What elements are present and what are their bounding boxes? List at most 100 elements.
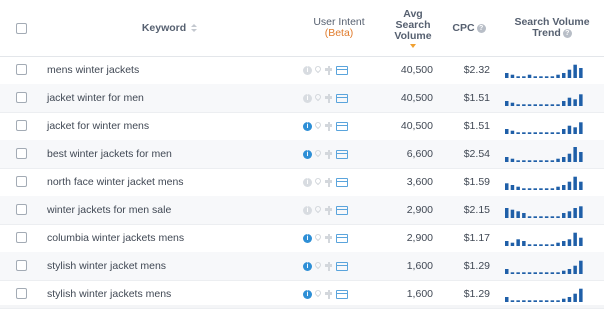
search-trend-chart[interactable] <box>505 62 585 78</box>
location-intent-icon[interactable] <box>315 262 321 271</box>
row-checkbox[interactable] <box>16 260 27 271</box>
table-row[interactable]: jacket for winter mens i 40,500 $1.51 <box>0 112 604 141</box>
info-intent-icon[interactable]: i <box>303 93 312 103</box>
info-intent-icon[interactable]: i <box>303 121 312 131</box>
trend-bar <box>573 147 577 162</box>
navigational-intent-icon[interactable] <box>324 149 333 159</box>
transactional-intent-icon[interactable] <box>336 177 348 187</box>
search-trend-chart[interactable] <box>505 202 585 218</box>
transactional-intent-icon[interactable] <box>336 65 348 75</box>
table-row[interactable]: best winter jackets for men i 6,600 $2.54 <box>0 140 604 169</box>
keyword-text[interactable]: columbia winter jackets mens <box>47 224 184 252</box>
search-trend-chart[interactable] <box>505 286 585 302</box>
transactional-intent-icon[interactable] <box>336 261 348 271</box>
info-intent-icon[interactable]: i <box>303 205 312 215</box>
search-trend-chart[interactable] <box>505 146 585 162</box>
table-row[interactable]: jacket winter for men i 40,500 $1.51 <box>0 84 604 113</box>
search-trend-chart[interactable] <box>505 118 585 134</box>
keyword-text[interactable]: jacket for winter mens <box>47 112 149 140</box>
transactional-intent-icon[interactable] <box>336 205 348 215</box>
trend-bar <box>556 272 560 274</box>
trend-bar <box>505 297 509 302</box>
trend-header-line2: Trend? <box>532 28 572 39</box>
select-all-checkbox[interactable] <box>15 22 27 34</box>
volume-column-header[interactable]: Avg Search Volume <box>378 0 448 56</box>
trend-bar <box>579 288 583 302</box>
row-checkbox[interactable] <box>16 176 27 187</box>
row-checkbox[interactable] <box>16 232 27 243</box>
navigational-intent-icon[interactable] <box>324 65 333 75</box>
keyword-text[interactable]: stylish winter jacket mens <box>47 252 166 280</box>
row-checkbox[interactable] <box>16 120 27 131</box>
trend-bar <box>527 74 532 78</box>
info-intent-icon[interactable]: i <box>303 261 312 271</box>
trend-bar <box>544 132 549 134</box>
table-row[interactable]: north face winter jacket mens i 3,600 $1.59 <box>0 168 604 197</box>
search-trend-chart[interactable] <box>505 230 585 246</box>
location-intent-icon[interactable] <box>315 122 321 131</box>
navigational-intent-icon[interactable] <box>324 289 333 299</box>
info-intent-icon[interactable]: i <box>303 177 312 187</box>
sort-descending-icon[interactable] <box>410 43 416 48</box>
table-row[interactable]: columbia winter jackets mens i 2,900 $1.17 <box>0 224 604 253</box>
location-intent-icon[interactable] <box>315 290 321 299</box>
search-volume-value: 6,600 <box>406 148 433 160</box>
search-volume-value: 40,500 <box>400 120 433 132</box>
search-trend-chart[interactable] <box>505 174 585 190</box>
help-icon[interactable]: ? <box>476 23 486 33</box>
trend-bar <box>550 244 555 246</box>
location-intent-icon[interactable] <box>315 150 321 159</box>
row-checkbox[interactable] <box>16 204 27 215</box>
row-checkbox[interactable] <box>16 64 27 75</box>
trend-bar <box>516 104 520 106</box>
location-intent-icon[interactable] <box>315 234 321 243</box>
transactional-intent-icon[interactable] <box>336 233 348 243</box>
info-intent-icon[interactable]: i <box>303 65 312 75</box>
sort-icon[interactable] <box>191 23 198 33</box>
trend-bar <box>579 237 583 246</box>
navigational-intent-icon[interactable] <box>324 93 333 103</box>
keyword-text[interactable]: stylish winter jackets mens <box>47 280 171 308</box>
transactional-intent-icon[interactable] <box>336 121 348 131</box>
row-checkbox[interactable] <box>16 288 27 299</box>
transactional-intent-icon[interactable] <box>336 289 348 299</box>
location-intent-icon[interactable] <box>315 66 321 75</box>
trend-bar <box>539 76 543 78</box>
table-row[interactable]: mens winter jackets i 40,500 $2.32 <box>0 56 604 85</box>
transactional-intent-icon[interactable] <box>336 149 348 159</box>
help-icon[interactable]: ? <box>562 28 572 38</box>
keyword-text[interactable]: winter jackets for men sale <box>47 196 171 224</box>
table-row[interactable]: stylish winter jacket mens i 1,600 $1.29 <box>0 252 604 281</box>
keyword-text[interactable]: jacket winter for men <box>47 84 144 112</box>
table-row[interactable]: winter jackets for men sale i 2,900 $2.15 <box>0 196 604 225</box>
navigational-intent-icon[interactable] <box>324 233 333 243</box>
info-intent-icon[interactable]: i <box>303 233 312 243</box>
location-intent-icon[interactable] <box>315 178 321 187</box>
keyword-text[interactable]: best winter jackets for men <box>47 140 172 168</box>
keyword-column-header[interactable]: Keyword <box>42 0 297 56</box>
trend-bar <box>567 181 572 190</box>
navigational-intent-icon[interactable] <box>324 261 333 271</box>
trend-bar <box>533 300 537 302</box>
navigational-intent-icon[interactable] <box>324 177 333 187</box>
navigational-intent-icon[interactable] <box>324 121 333 131</box>
transactional-intent-icon[interactable] <box>336 93 348 103</box>
trend-bar <box>527 216 532 218</box>
navigational-intent-icon[interactable] <box>324 205 333 215</box>
keyword-text[interactable]: mens winter jackets <box>47 56 139 84</box>
info-intent-icon[interactable]: i <box>303 149 312 159</box>
trend-bar <box>579 122 583 134</box>
trend-bar <box>562 241 566 246</box>
location-intent-icon[interactable] <box>315 94 321 103</box>
search-trend-chart[interactable] <box>505 258 585 274</box>
keyword-text[interactable]: north face winter jacket mens <box>47 168 184 196</box>
row-checkbox[interactable] <box>16 148 27 159</box>
cpc-column-header[interactable]: CPC ? <box>448 0 490 56</box>
search-volume-value: 2,900 <box>406 232 433 244</box>
info-intent-icon[interactable]: i <box>303 289 312 299</box>
trend-bar <box>550 300 555 302</box>
row-checkbox[interactable] <box>16 92 27 103</box>
search-volume-value: 1,600 <box>406 260 433 272</box>
search-trend-chart[interactable] <box>505 90 585 106</box>
location-intent-icon[interactable] <box>315 206 321 215</box>
